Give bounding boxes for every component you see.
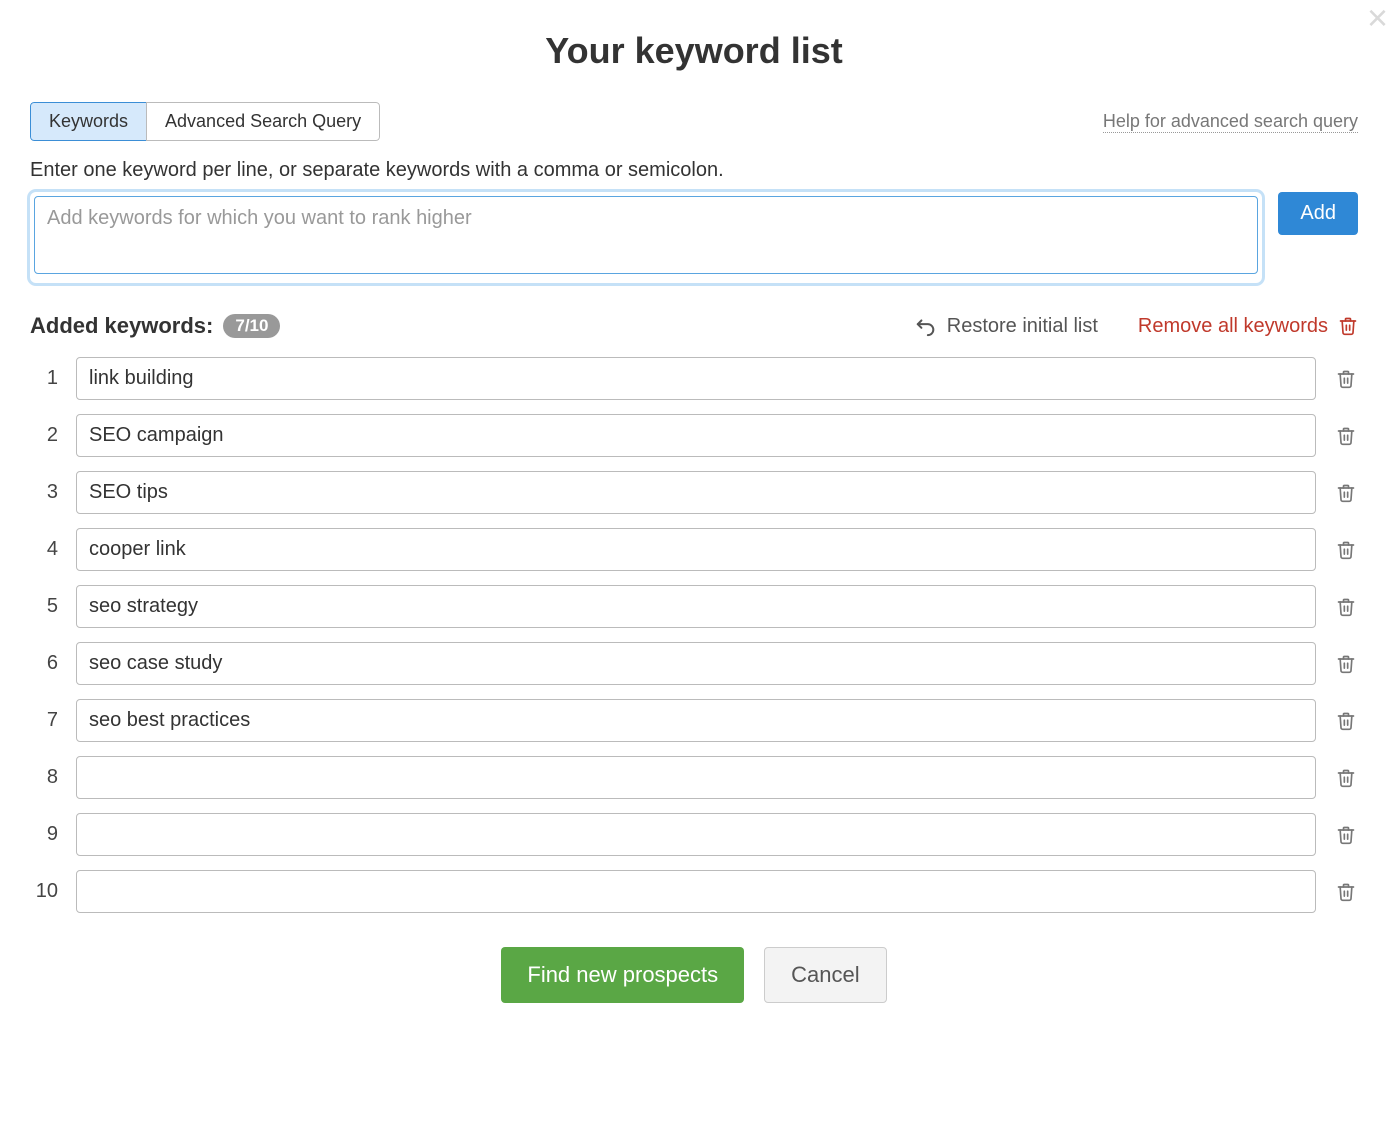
keyword-input[interactable] — [76, 414, 1316, 457]
keyword-row: 9 — [30, 813, 1358, 856]
delete-keyword-button[interactable] — [1334, 594, 1358, 620]
trash-icon — [1336, 596, 1356, 618]
delete-keyword-button[interactable] — [1334, 879, 1358, 905]
keyword-input[interactable] — [76, 357, 1316, 400]
keyword-row: 8 — [30, 756, 1358, 799]
keyword-row: 10 — [30, 870, 1358, 913]
help-advanced-search-link[interactable]: Help for advanced search query — [1103, 111, 1358, 133]
cancel-button[interactable]: Cancel — [764, 947, 886, 1003]
delete-keyword-button[interactable] — [1334, 366, 1358, 392]
trash-icon — [1336, 824, 1356, 846]
close-icon[interactable]: × — [1367, 0, 1388, 36]
keyword-row-number: 4 — [30, 538, 58, 561]
keyword-input[interactable] — [76, 699, 1316, 742]
tab-keywords[interactable]: Keywords — [30, 102, 147, 141]
remove-all-keywords-button[interactable]: Remove all keywords — [1138, 315, 1358, 338]
keyword-row-number: 1 — [30, 367, 58, 390]
keyword-input[interactable] — [76, 870, 1316, 913]
keyword-input[interactable] — [76, 756, 1316, 799]
keyword-row: 3 — [30, 471, 1358, 514]
keyword-row-number: 2 — [30, 424, 58, 447]
undo-icon — [915, 315, 937, 337]
delete-keyword-button[interactable] — [1334, 423, 1358, 449]
delete-keyword-button[interactable] — [1334, 651, 1358, 677]
trash-icon — [1336, 368, 1356, 390]
instruction-text: Enter one keyword per line, or separate … — [30, 159, 1358, 182]
keyword-row-number: 7 — [30, 709, 58, 732]
trash-icon — [1336, 653, 1356, 675]
trash-icon — [1336, 539, 1356, 561]
delete-keyword-button[interactable] — [1334, 537, 1358, 563]
restore-label: Restore initial list — [947, 315, 1098, 338]
add-button[interactable]: Add — [1278, 192, 1358, 235]
keyword-input[interactable] — [76, 528, 1316, 571]
keyword-row-number: 5 — [30, 595, 58, 618]
tab-group: Keywords Advanced Search Query — [30, 102, 380, 141]
trash-icon — [1338, 315, 1358, 337]
keyword-input[interactable] — [76, 813, 1316, 856]
keyword-row-number: 6 — [30, 652, 58, 675]
keyword-row: 2 — [30, 414, 1358, 457]
page-title: Your keyword list — [30, 30, 1358, 72]
keyword-row: 7 — [30, 699, 1358, 742]
restore-initial-list-button[interactable]: Restore initial list — [915, 315, 1098, 338]
find-new-prospects-button[interactable]: Find new prospects — [501, 947, 744, 1003]
keyword-row-number: 8 — [30, 766, 58, 789]
keyword-input[interactable] — [76, 471, 1316, 514]
tab-advanced-search-query[interactable]: Advanced Search Query — [146, 102, 380, 141]
added-keywords-label: Added keywords: — [30, 313, 213, 339]
trash-icon — [1336, 425, 1356, 447]
delete-keyword-button[interactable] — [1334, 765, 1358, 791]
delete-keyword-button[interactable] — [1334, 708, 1358, 734]
keyword-row: 5 — [30, 585, 1358, 628]
remove-all-label: Remove all keywords — [1138, 315, 1328, 338]
keyword-row: 6 — [30, 642, 1358, 685]
keyword-row: 1 — [30, 357, 1358, 400]
keyword-row-number: 3 — [30, 481, 58, 504]
keyword-count-badge: 7/10 — [223, 314, 280, 338]
keyword-row: 4 — [30, 528, 1358, 571]
keyword-row-number: 9 — [30, 823, 58, 846]
keyword-textarea[interactable] — [34, 196, 1258, 274]
trash-icon — [1336, 881, 1356, 903]
trash-icon — [1336, 767, 1356, 789]
delete-keyword-button[interactable] — [1334, 480, 1358, 506]
trash-icon — [1336, 710, 1356, 732]
keyword-row-number: 10 — [30, 880, 58, 903]
keyword-input[interactable] — [76, 642, 1316, 685]
trash-icon — [1336, 482, 1356, 504]
keyword-input[interactable] — [76, 585, 1316, 628]
delete-keyword-button[interactable] — [1334, 822, 1358, 848]
keyword-textarea-wrap — [30, 192, 1262, 283]
